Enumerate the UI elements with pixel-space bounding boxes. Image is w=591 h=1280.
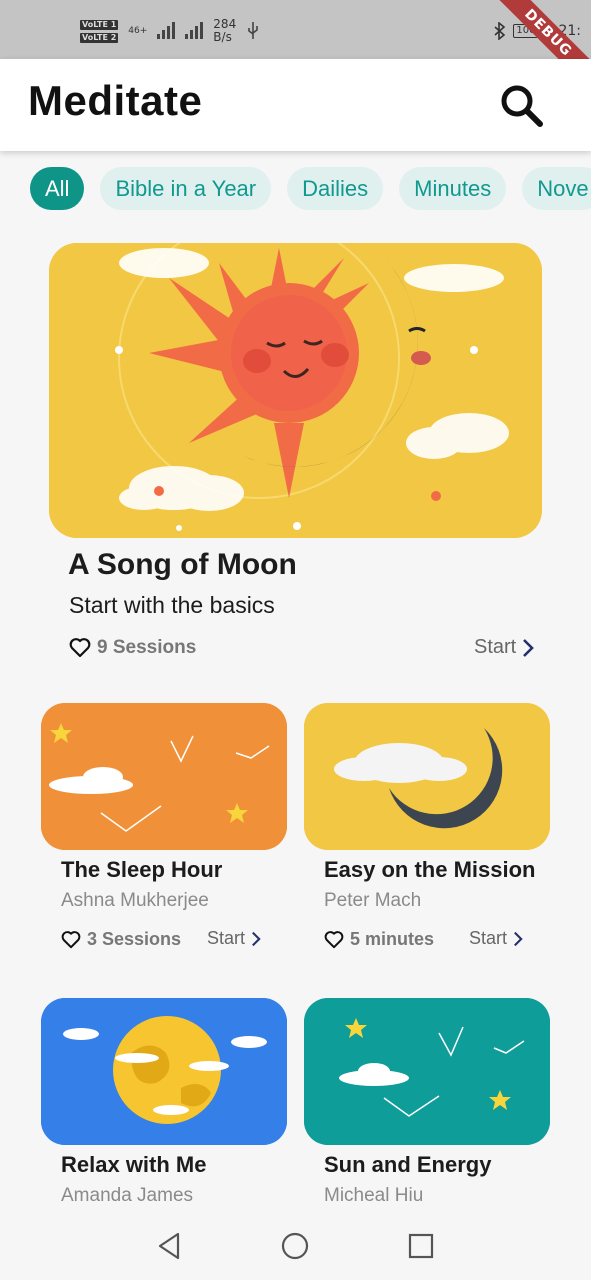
featured-subtitle: Start with the basics — [69, 592, 275, 618]
heart-icon[interactable] — [61, 930, 81, 949]
chip-dailies[interactable]: Dailies — [287, 167, 384, 210]
card-title-sun-and-energy[interactable]: Sun and Energy — [324, 1152, 491, 1178]
card-author-sun-and-energy: Micheal Hiu — [324, 1185, 424, 1206]
nav-recents-button[interactable] — [405, 1230, 437, 1262]
chip-minutes[interactable]: Minutes — [399, 167, 507, 210]
volte-indicators: VoLTE 1 VoLTE 2 — [80, 19, 119, 43]
search-icon — [501, 85, 543, 127]
nav-home-button[interactable] — [279, 1230, 311, 1262]
start-label: Start — [469, 928, 508, 948]
search-button[interactable] — [497, 81, 545, 129]
signal-icon — [157, 22, 176, 39]
card-illustration-easy-mission[interactable] — [304, 703, 550, 850]
category-chips: All Bible in a Year Dailies Minutes Nove — [30, 167, 591, 211]
card-illustration-relax-with-me[interactable] — [41, 998, 287, 1145]
volte-2-badge: VoLTE 2 — [80, 32, 119, 43]
app-bar: Meditate — [0, 59, 591, 151]
heart-icon[interactable] — [69, 638, 91, 658]
card-duration: 5 minutes — [350, 929, 435, 949]
page-title: Meditate — [28, 77, 203, 124]
chip-all[interactable]: All — [30, 167, 85, 210]
net-speed-unit: B/s — [213, 30, 232, 44]
status-left: VoLTE 1 VoLTE 2 46+ 284 B/s — [80, 18, 260, 44]
chip-nove[interactable]: Nove — [522, 167, 591, 210]
bluetooth-icon — [494, 22, 506, 40]
card-title-sleep-hour[interactable]: The Sleep Hour — [61, 857, 222, 883]
featured-sessions: 9 Sessions — [97, 637, 197, 658]
sleep-hour-illustration — [41, 703, 287, 850]
signal-2-icon — [185, 22, 204, 39]
usb-icon — [248, 22, 259, 39]
card-author-relax-with-me: Amanda James — [61, 1185, 194, 1206]
status-bar: VoLTE 1 VoLTE 2 46+ 284 B/s 100 21: DEBU… — [0, 0, 591, 101]
network-type: 46+ — [128, 26, 148, 36]
home-circle-icon — [281, 1232, 309, 1260]
card-author-easy-mission: Peter Mach — [324, 890, 422, 911]
volte-1-badge: VoLTE 1 — [80, 19, 119, 30]
chevron-right-icon — [523, 638, 535, 657]
featured-meta: 9 Sessions — [69, 637, 196, 659]
card-start-button-sleep-hour[interactable]: Start — [207, 928, 261, 949]
card-meta-easy-mission: 5 minutes — [324, 929, 434, 950]
sun-and-energy-illustration — [304, 998, 550, 1145]
card-title-easy-mission[interactable]: Easy on the Mission — [324, 857, 536, 883]
start-label: Start — [474, 636, 517, 658]
heart-icon[interactable] — [324, 930, 344, 949]
card-title-relax-with-me[interactable]: Relax with Me — [61, 1152, 206, 1178]
net-speed: 284 B/s — [213, 18, 236, 44]
chevron-right-icon — [514, 931, 523, 946]
back-triangle-icon — [158, 1232, 180, 1260]
card-meta-sleep-hour: 3 Sessions — [61, 929, 181, 950]
card-illustration-sun-and-energy[interactable] — [304, 998, 550, 1145]
easy-mission-illustration — [304, 703, 550, 850]
card-start-button-easy-mission[interactable]: Start — [469, 928, 523, 949]
card-sessions: 3 Sessions — [87, 929, 182, 949]
card-illustration-sleep-hour[interactable] — [41, 703, 287, 850]
relax-with-me-illustration — [41, 998, 287, 1145]
card-author-sleep-hour: Ashna Mukherjee — [61, 890, 209, 911]
featured-illustration[interactable] — [49, 243, 542, 538]
start-label: Start — [207, 928, 246, 948]
featured-title[interactable]: A Song of Moon — [68, 548, 297, 582]
featured-start-button[interactable]: Start — [474, 636, 535, 659]
system-nav-bar — [0, 1212, 591, 1280]
recents-square-icon — [408, 1233, 434, 1259]
nav-back-button[interactable] — [154, 1230, 186, 1262]
chevron-right-icon — [252, 931, 261, 946]
chip-bible-in-a-year[interactable]: Bible in a Year — [100, 167, 272, 210]
sun-moon-illustration — [49, 243, 542, 538]
